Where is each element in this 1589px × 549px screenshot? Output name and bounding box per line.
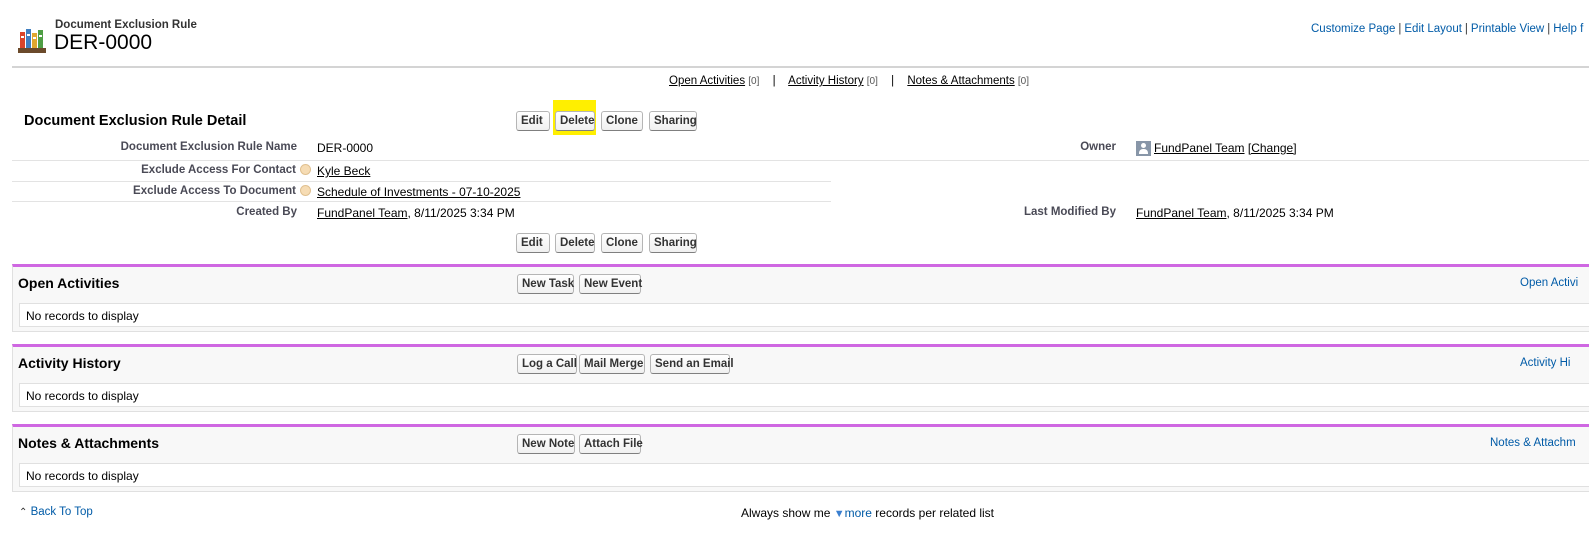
delete-button[interactable]: Delete — [555, 111, 595, 131]
clone-button-bottom[interactable]: Clone — [601, 233, 643, 253]
new-task-button[interactable]: New Task — [517, 274, 574, 294]
hover-count: [0] — [866, 76, 878, 87]
notes-attachments-title: Notes & Attachments — [18, 435, 160, 451]
activity-history-empty-message: No records to display — [19, 383, 1589, 407]
field-label-name: Document Exclusion Rule Name — [120, 141, 297, 153]
user-avatar-icon — [1136, 141, 1151, 157]
sharing-button[interactable]: Sharing — [649, 111, 697, 131]
open-activities-panel: Open Activities New Task New Event Open … — [12, 264, 1589, 332]
triangle-down-icon[interactable]: ▼ — [834, 508, 845, 520]
row-divider — [12, 181, 831, 182]
delete-button-bottom[interactable]: Delete — [555, 233, 595, 253]
field-label-contact: Exclude Access For Contact — [141, 164, 311, 176]
field-label-document-text: Exclude Access To Document — [133, 185, 296, 197]
help-link[interactable]: Help f — [1553, 23, 1583, 35]
field-value-contact: Kyle Beck — [317, 164, 370, 178]
modified-date: , 8/11/2025 3:34 PM — [1226, 206, 1334, 220]
owner-link[interactable]: FundPanel Team — [1154, 141, 1245, 155]
new-event-button[interactable]: New Event — [579, 274, 642, 294]
hover-link-notes-attachments[interactable]: Notes & Attachments — [907, 75, 1014, 87]
edit-button[interactable]: Edit — [516, 111, 550, 131]
chevron-up-icon: ⌃ — [19, 507, 28, 518]
show-more-records: Always show me ▼more records per related… — [741, 506, 994, 520]
lookup-hover-icon — [300, 185, 311, 197]
back-to-top[interactable]: ⌃ Back To Top — [19, 506, 93, 518]
header-divider — [12, 66, 1589, 68]
show-more-link[interactable]: more — [845, 506, 872, 520]
field-label-document: Exclude Access To Document — [133, 185, 311, 197]
lookup-hover-icon — [300, 164, 311, 176]
open-activities-empty-message: No records to display — [19, 303, 1589, 327]
hover-count: [0] — [1017, 76, 1030, 87]
hover-link-activity-history[interactable]: Activity History — [788, 75, 863, 87]
field-value-name: DER-0000 — [317, 141, 374, 155]
field-label-created-by: Created By — [236, 206, 297, 218]
field-value-created-by: FundPanel Team, 8/11/2025 3:34 PM — [317, 206, 515, 220]
back-to-top-link[interactable]: Back To Top — [31, 506, 93, 518]
contact-link[interactable]: Kyle Beck — [317, 164, 370, 178]
field-label-modified-by: Last Modified By — [1023, 206, 1116, 218]
mail-merge-button[interactable]: Mail Merge — [579, 354, 645, 374]
field-value-modified-by: FundPanel Team, 8/11/2025 3:34 PM — [1136, 206, 1334, 220]
related-list-hover-links: Open Activities [0] | Activity History [… — [669, 75, 1030, 87]
edit-button-bottom[interactable]: Edit — [516, 233, 550, 253]
open-activities-title: Open Activities — [18, 275, 120, 291]
attach-file-button[interactable]: Attach File — [579, 434, 643, 454]
open-activities-help-link[interactable]: Open Activi — [1520, 277, 1578, 289]
clone-button[interactable]: Clone — [601, 111, 643, 131]
row-divider — [12, 160, 1589, 161]
detail-section-title: Document Exclusion Rule Detail — [24, 113, 247, 129]
show-more-prefix: Always show me — [741, 506, 831, 520]
field-value-owner: FundPanel Team [Change] — [1136, 141, 1297, 157]
notes-attachments-empty-message: No records to display — [19, 463, 1589, 487]
customize-page-link[interactable]: Customize Page — [1311, 23, 1395, 35]
show-more-suffix: records per related list — [875, 506, 995, 520]
send-an-email-button[interactable]: Send an Email — [650, 354, 734, 374]
sharing-button-bottom[interactable]: Sharing — [649, 233, 697, 253]
object-icon — [17, 24, 47, 54]
notes-attachments-panel: Notes & Attachments New Note Attach File… — [12, 424, 1589, 492]
activity-history-panel: Activity History Log a Call Mail Merge S… — [12, 344, 1589, 412]
activity-history-title: Activity History — [18, 355, 121, 371]
created-date: , 8/11/2025 3:34 PM — [407, 206, 515, 220]
field-label-owner: Owner — [1080, 141, 1116, 153]
change-owner-link[interactable]: [Change] — [1248, 141, 1297, 155]
printable-view-link[interactable]: Printable View — [1471, 23, 1544, 35]
created-by-user-link[interactable]: FundPanel Team — [317, 206, 408, 220]
field-value-document: Schedule of Investments - 07-10-2025 — [317, 185, 520, 199]
hover-link-open-activities[interactable]: Open Activities — [669, 75, 745, 87]
document-link[interactable]: Schedule of Investments - 07-10-2025 — [317, 185, 520, 199]
hover-count: [0] — [748, 76, 760, 87]
modified-by-user-link[interactable]: FundPanel Team — [1136, 206, 1227, 220]
notes-attachments-help-link[interactable]: Notes & Attachm — [1490, 437, 1576, 449]
object-label: Document Exclusion Rule — [55, 19, 197, 31]
field-label-contact-text: Exclude Access For Contact — [141, 164, 296, 176]
page-title: DER-0000 — [54, 31, 153, 54]
new-note-button[interactable]: New Note — [517, 434, 575, 454]
row-divider — [12, 201, 831, 202]
log-a-call-button[interactable]: Log a Call — [517, 354, 577, 374]
header-links: Customize Page | Edit Layout | Printable Vie… — [1311, 23, 1584, 35]
activity-history-help-link[interactable]: Activity Hi — [1520, 357, 1570, 369]
edit-layout-link[interactable]: Edit Layout — [1404, 23, 1462, 35]
